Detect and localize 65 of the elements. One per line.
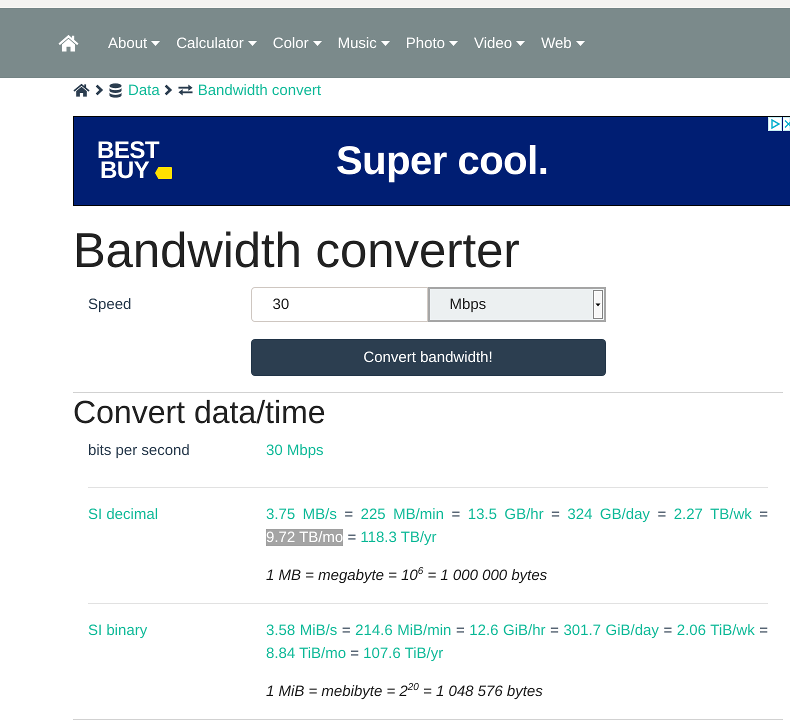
equals-sign: = bbox=[759, 622, 768, 639]
value-link[interactable]: 3.75 MB/s bbox=[266, 506, 337, 523]
caret-icon bbox=[380, 40, 390, 46]
price-tag-icon bbox=[155, 167, 172, 179]
value-link[interactable]: 118.3 TB/yr bbox=[360, 529, 437, 546]
value-link[interactable]: 9.72 TB/mo bbox=[266, 529, 344, 546]
nav-menu-item[interactable]: About bbox=[100, 24, 168, 62]
logo-text: BEST bbox=[97, 141, 160, 161]
caret-icon bbox=[516, 40, 526, 46]
row-label: bits per second bbox=[88, 442, 190, 459]
equals-sign: = bbox=[551, 506, 560, 523]
nav-menu-item[interactable]: Calculator bbox=[168, 24, 265, 62]
equals-sign: = bbox=[347, 529, 356, 546]
value-link[interactable]: 324 GB/day bbox=[567, 506, 650, 523]
equals-sign: = bbox=[350, 645, 359, 662]
page-title: Bandwidth converter bbox=[73, 223, 521, 280]
close-icon[interactable] bbox=[783, 117, 790, 131]
unit-select[interactable]: Mbps bbox=[428, 287, 606, 322]
equals-sign: = bbox=[657, 506, 666, 523]
value-link[interactable]: 2.06 TiB/wk bbox=[676, 622, 755, 639]
value-link[interactable]: 30 Mbps bbox=[266, 442, 324, 459]
ad-headline: Super cool. bbox=[336, 138, 548, 184]
speed-input[interactable]: 30 bbox=[250, 287, 428, 322]
equals-sign: = bbox=[342, 622, 351, 639]
caret-icon bbox=[151, 40, 160, 46]
caret-icon bbox=[312, 40, 322, 46]
breadcrumb-link[interactable]: Bandwidth convert bbox=[198, 78, 322, 102]
unit-note: 1 MiB = mebibyte = 2$^{20}$ = 1 048 576 bytes bbox=[266, 681, 544, 702]
value-link[interactable]: 214.6 MiB/min bbox=[355, 622, 452, 639]
caret-icon bbox=[448, 40, 458, 46]
value-link[interactable]: 8.84 TiB/mo bbox=[266, 645, 346, 662]
value-link[interactable]: 3.58 MiB/s bbox=[266, 622, 338, 639]
equals-sign: = bbox=[456, 622, 465, 639]
value-link[interactable]: 107.6 TiB/yr bbox=[363, 645, 444, 662]
nav-menu-item[interactable]: Music bbox=[330, 24, 398, 62]
chevron-icon bbox=[95, 84, 103, 96]
equals-sign: = bbox=[663, 622, 672, 639]
equals-sign: = bbox=[550, 622, 559, 639]
row-label-link[interactable]: SI binary bbox=[88, 622, 148, 639]
ad-banner[interactable]: BEST BUY Super cool. bbox=[73, 116, 790, 206]
equals-sign: = bbox=[344, 506, 354, 523]
row-label-link[interactable]: SI decimal bbox=[88, 506, 158, 523]
breadcrumb-link[interactable]: Data bbox=[128, 78, 160, 102]
value-link[interactable]: 12.6 GiB/hr bbox=[469, 622, 546, 639]
chevron-icon bbox=[164, 84, 172, 96]
value-link[interactable]: 225 MB/min bbox=[360, 506, 444, 523]
value-link[interactable]: 2.27 TB/wk bbox=[674, 506, 752, 523]
nav-menu-item[interactable]: Photo bbox=[398, 24, 466, 62]
equals-sign: = bbox=[759, 506, 768, 523]
nav-menu-item[interactable]: Video bbox=[466, 24, 534, 62]
section-title: Convert data/time bbox=[73, 393, 327, 431]
caret-icon bbox=[576, 40, 585, 46]
value-link[interactable]: 13.5 GB/hr bbox=[468, 506, 544, 523]
arrows-icon bbox=[178, 84, 193, 96]
speed-label: Speed bbox=[87, 295, 132, 315]
home-icon[interactable] bbox=[73, 83, 90, 97]
unit-note: 1 MB = megabyte = 10$^{6}$ = 1 000 000 bytes bbox=[266, 565, 548, 586]
convert-button[interactable]: Convert bandwidth! bbox=[250, 339, 606, 376]
logo-text: BUY bbox=[100, 161, 150, 181]
equals-sign: = bbox=[451, 506, 460, 523]
nav-menu-item[interactable]: Web bbox=[533, 24, 593, 62]
database-icon bbox=[109, 82, 122, 98]
caret-icon bbox=[248, 40, 257, 46]
nav-menu-item[interactable]: Color bbox=[264, 24, 330, 62]
value-link[interactable]: 301.7 GiB/day bbox=[563, 622, 659, 639]
